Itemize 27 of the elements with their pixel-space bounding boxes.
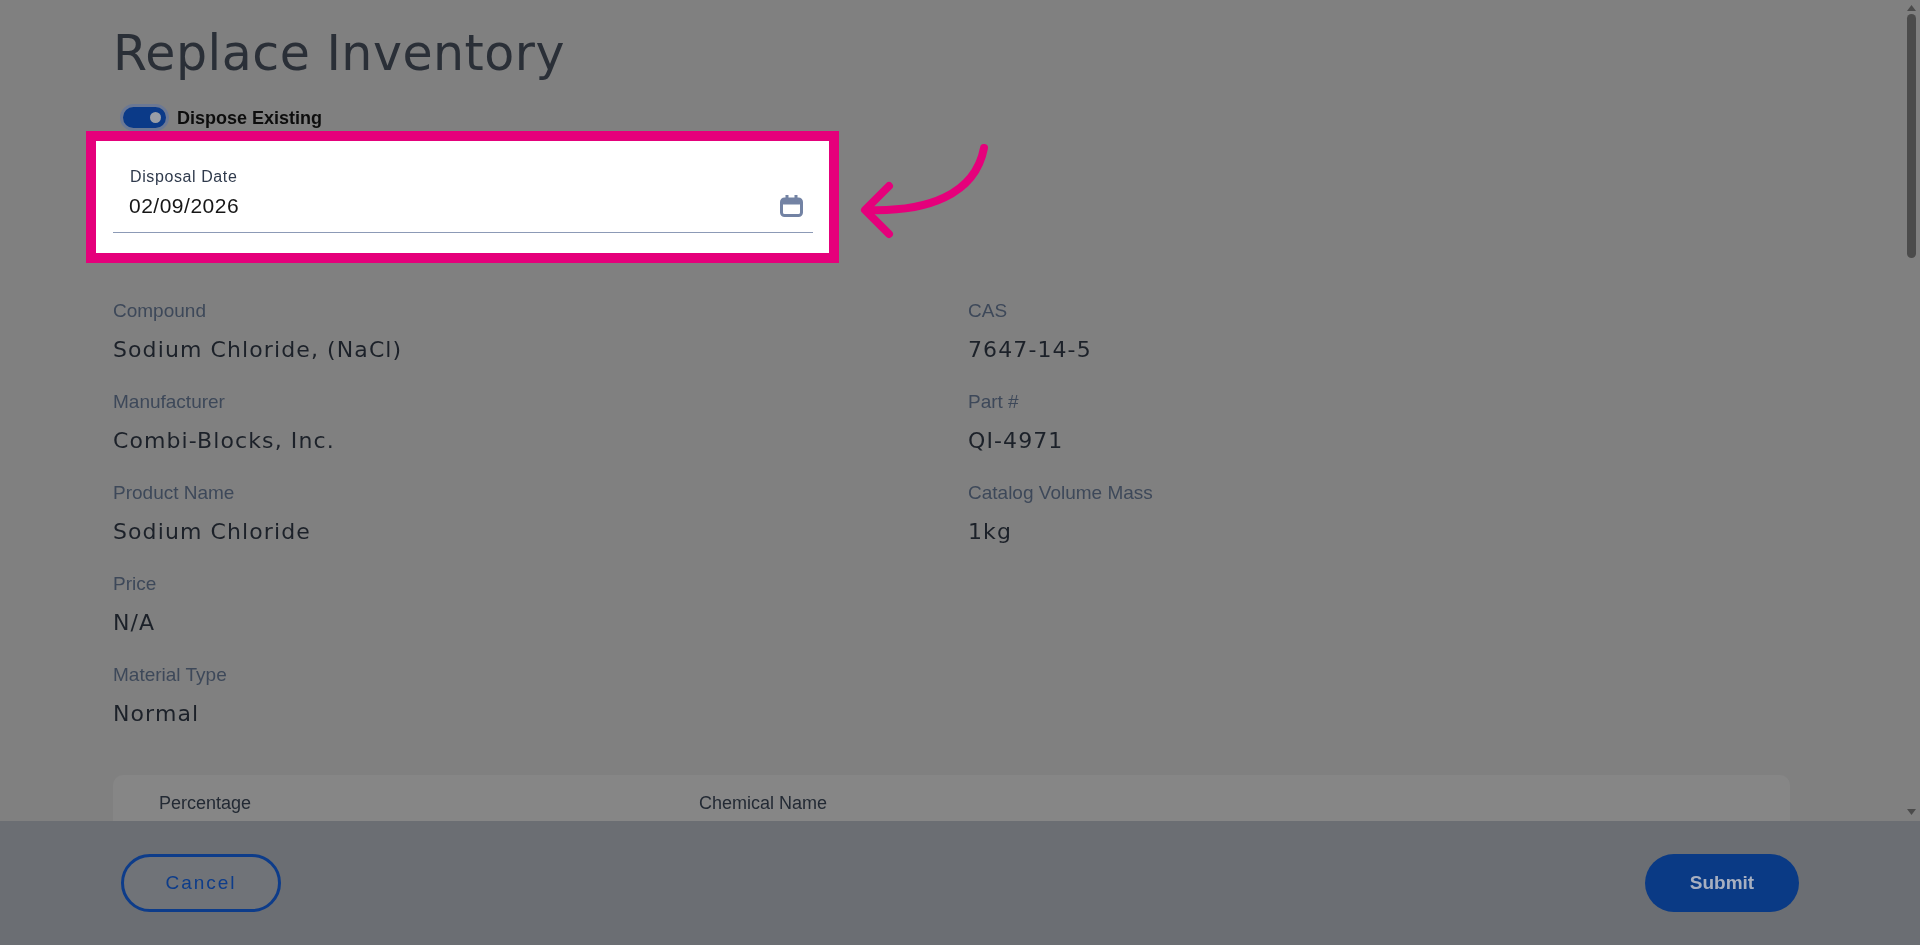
detail-value: 7647-14-5	[968, 336, 1092, 364]
detail-label: Manufacturer	[113, 392, 225, 412]
page-title: Replace Inventory	[113, 24, 565, 83]
detail-label: Product Name	[113, 483, 235, 503]
scrollbar-thumb[interactable]	[1907, 14, 1916, 258]
detail-label: Compound	[113, 301, 206, 321]
detail-label: Price	[113, 574, 157, 594]
detail-label: Part #	[968, 392, 1019, 412]
detail-value: N/A	[113, 609, 156, 637]
detail-value: Combi-Blocks, Inc.	[113, 427, 335, 455]
calendar-icon[interactable]	[780, 195, 803, 217]
detail-value: Normal	[113, 700, 200, 728]
toggle-label: Dispose Existing	[177, 106, 323, 129]
detail-label: Catalog Volume Mass	[968, 483, 1153, 503]
column-header: Percentage	[159, 792, 253, 814]
date-field[interactable]: Disposal Date 02/09/2026	[113, 168, 813, 233]
toggle-switch[interactable]	[120, 104, 169, 131]
primary-button[interactable]: Submit	[1645, 854, 1799, 912]
column-header: Chemical Name	[699, 792, 828, 814]
detail-label: CAS	[968, 301, 1008, 321]
detail-value: 1kg	[968, 518, 1012, 546]
scroll-down-arrow-icon[interactable]	[1907, 809, 1916, 815]
detail-value: Sodium Chloride	[113, 518, 311, 546]
detail-label: Material Type	[113, 665, 227, 685]
detail-value: Sodium Chloride, (NaCl)	[113, 336, 403, 364]
detail-value: QI-4971	[968, 427, 1064, 455]
scroll-up-arrow-icon[interactable]	[1907, 5, 1916, 11]
